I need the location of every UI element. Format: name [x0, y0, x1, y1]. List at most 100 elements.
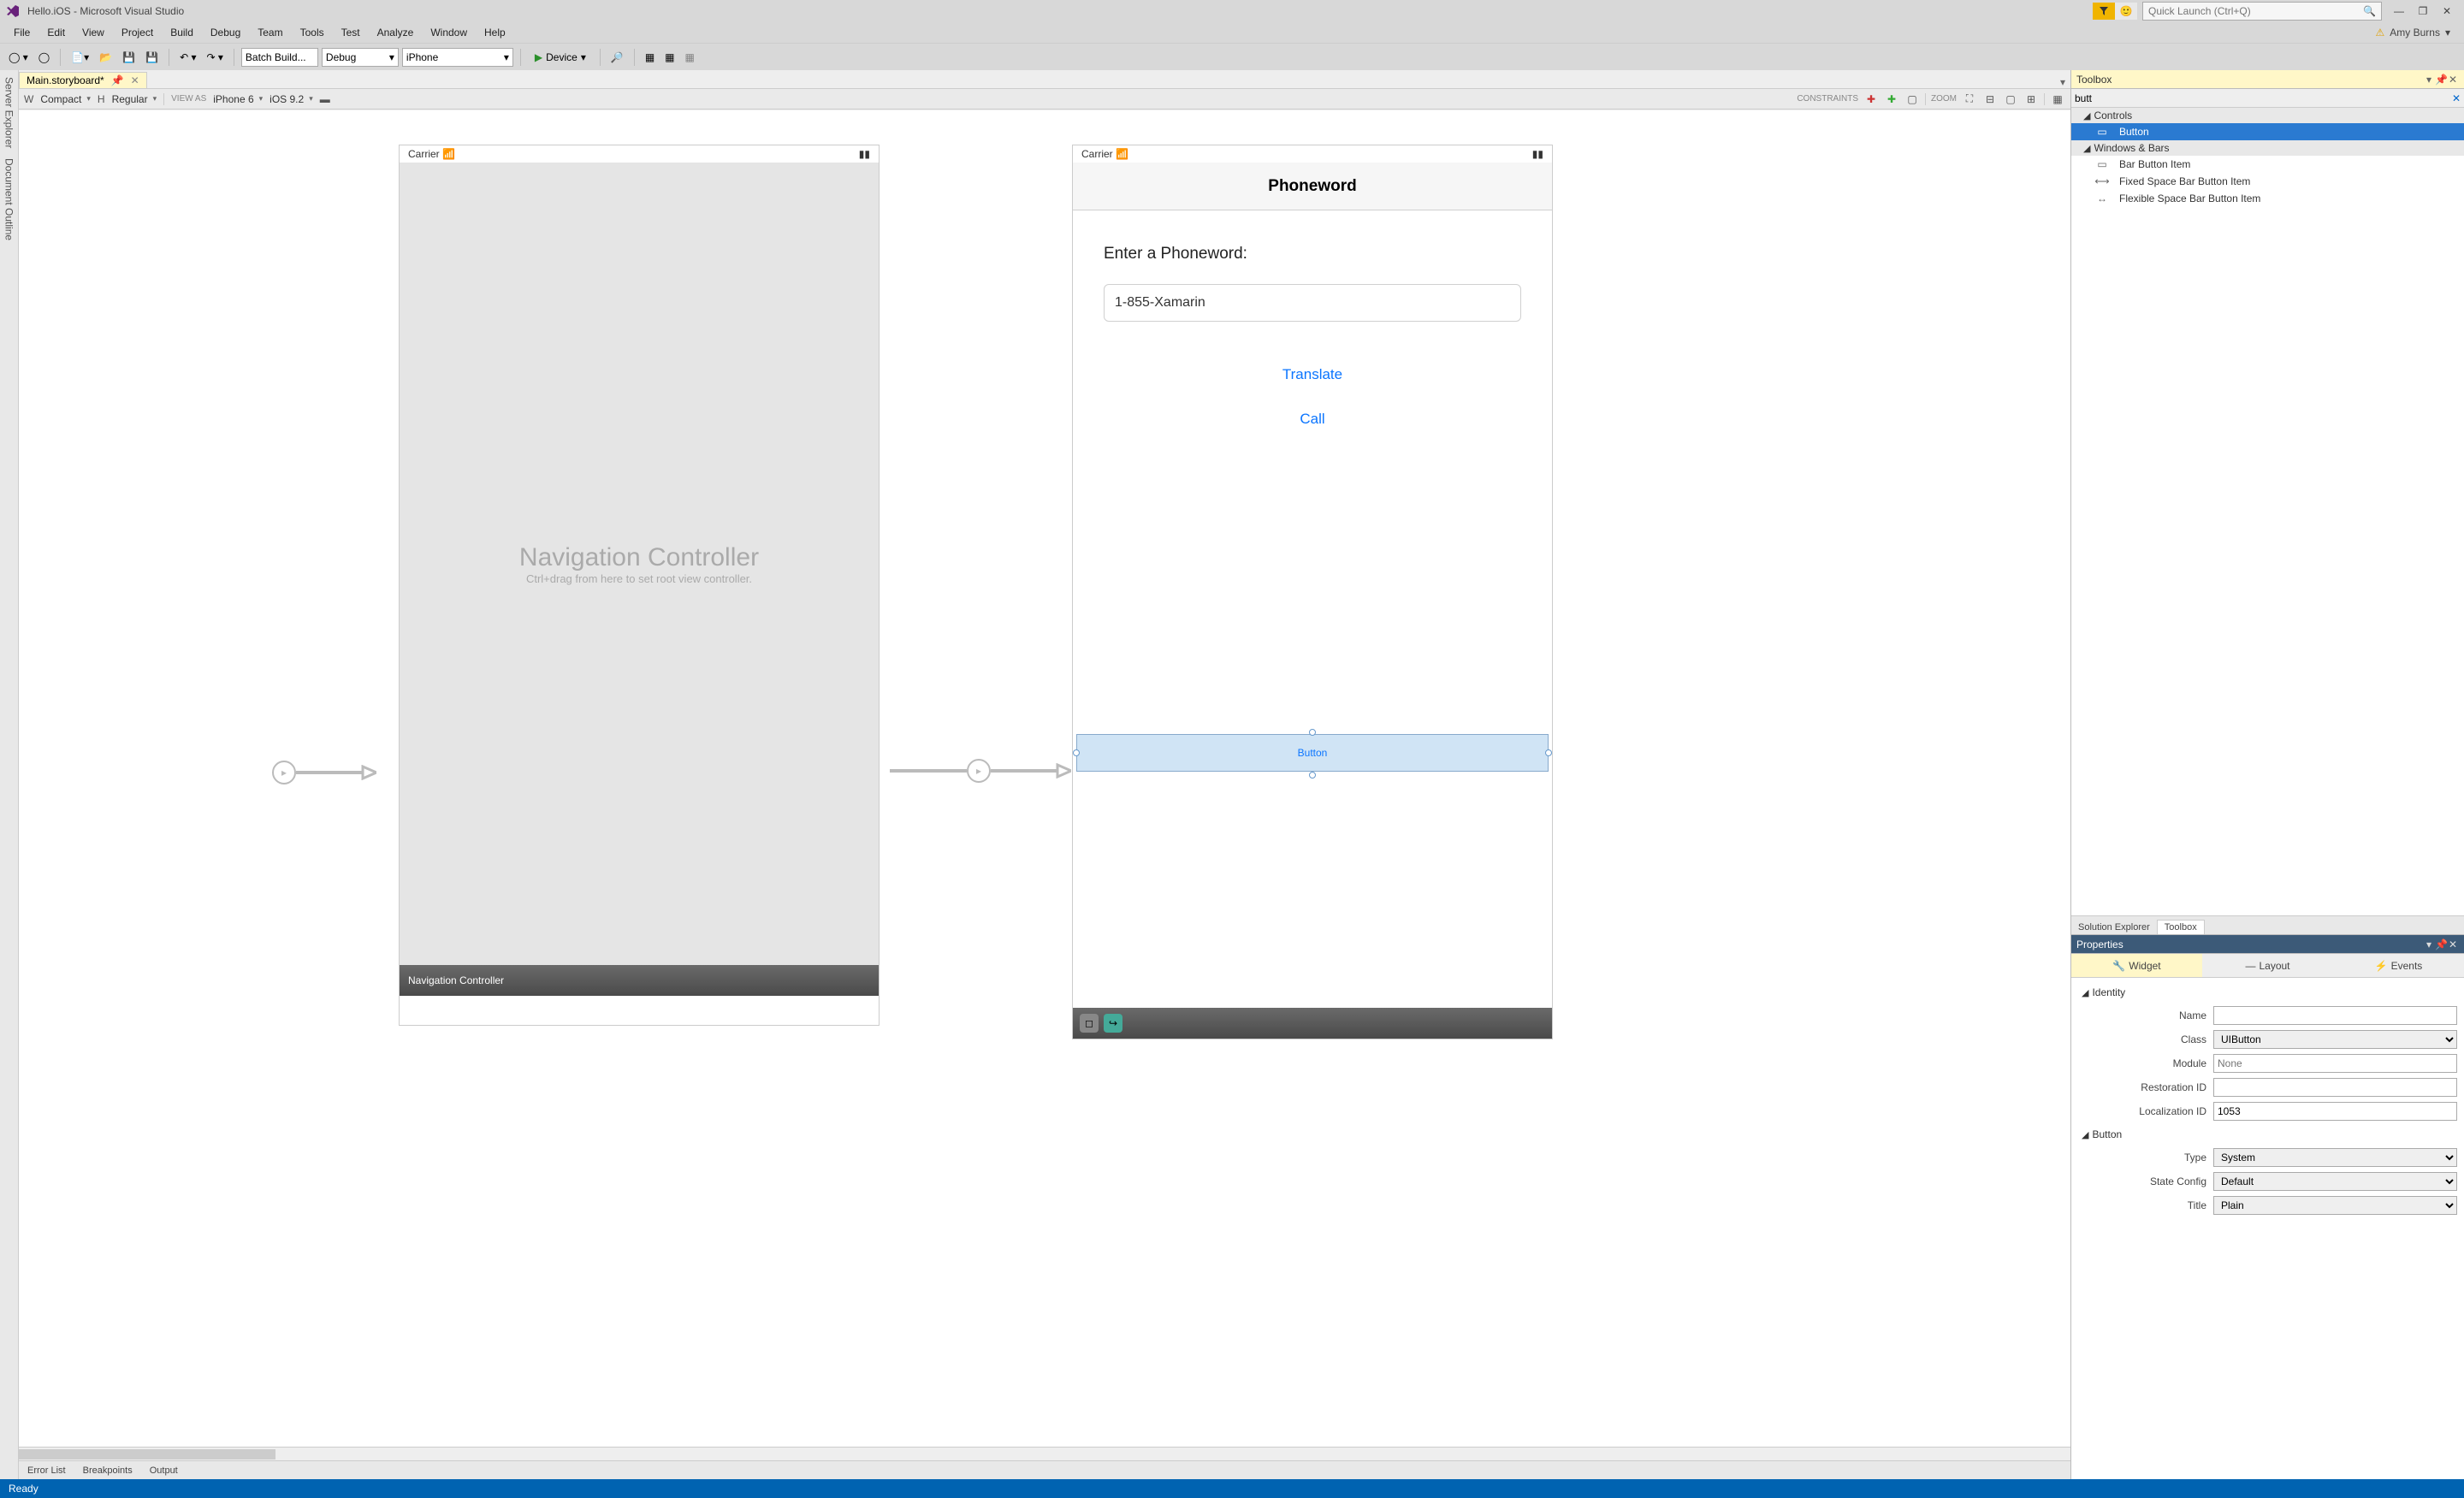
phoneword-textfield[interactable]: 1-855-Xamarin	[1104, 284, 1521, 322]
notification-filter-icon[interactable]	[2093, 3, 2115, 20]
maximize-button[interactable]: ❐	[2411, 3, 2435, 20]
undo-button[interactable]: ↶ ▾	[176, 50, 199, 65]
panel-dropdown-icon[interactable]: ▾	[2423, 938, 2435, 950]
constraint-update-icon[interactable]: ✚	[1884, 92, 1899, 107]
toolbox-item-bar-button[interactable]: ▭Bar Button Item	[2071, 156, 2464, 173]
toolbox-group-controls[interactable]: ◢ Controls	[2071, 108, 2464, 123]
menu-team[interactable]: Team	[249, 24, 291, 41]
nav-back-button[interactable]: ◯ ▾	[5, 50, 32, 65]
toolbar-icon-3[interactable]: ▦	[682, 50, 698, 65]
design-canvas[interactable]: ▸ Carrier 📶 ▮▮ Navigation Controller Ctr…	[19, 110, 2070, 1447]
properties-group-identity[interactable]: ◢ Identity	[2078, 981, 2457, 1004]
batch-build-button[interactable]: Batch Build...	[241, 48, 318, 67]
new-project-button[interactable]: 📄▾	[68, 50, 92, 65]
prop-restoration-input[interactable]	[2213, 1078, 2457, 1097]
panel-dropdown-icon[interactable]: ▾	[2423, 74, 2435, 86]
pin-icon[interactable]: 📌	[111, 74, 124, 86]
prop-class-select[interactable]: UIButton	[2213, 1030, 2457, 1049]
platform-select[interactable]: iPhone▾	[402, 48, 513, 67]
toolbox-search[interactable]: ✕	[2071, 89, 2464, 108]
menu-window[interactable]: Window	[422, 24, 476, 41]
minimize-button[interactable]: —	[2387, 3, 2411, 20]
properties-tab-events[interactable]: ⚡Events	[2333, 954, 2464, 977]
save-all-button[interactable]: 💾	[142, 50, 162, 65]
root-segue[interactable]: ▸	[890, 759, 1071, 783]
enter-phoneword-label[interactable]: Enter a Phoneword:	[1104, 245, 1521, 263]
resize-handle[interactable]	[1309, 729, 1316, 736]
tab-toolbox[interactable]: Toolbox	[2157, 920, 2205, 934]
toolbar-icon-2[interactable]: ▦	[661, 50, 678, 65]
call-button[interactable]: Call	[1104, 411, 1521, 428]
menu-build[interactable]: Build	[162, 24, 202, 41]
exit-icon[interactable]: ↪	[1104, 1014, 1122, 1033]
new-button-selected[interactable]: Button	[1076, 734, 1549, 772]
prop-module-input[interactable]	[2213, 1054, 2457, 1073]
zoom-out-icon[interactable]: ⊟	[1982, 92, 1998, 107]
user-account[interactable]: ⚠ Amy Burns ▾	[2376, 27, 2459, 38]
tab-solution-explorer[interactable]: Solution Explorer	[2071, 921, 2157, 934]
sidebar-tab-document-outline[interactable]: Document Outline	[3, 158, 15, 240]
toolbox-search-input[interactable]	[2075, 92, 2452, 104]
prop-type-select[interactable]: System	[2213, 1148, 2457, 1167]
close-icon[interactable]: ✕	[2447, 938, 2459, 950]
menu-help[interactable]: Help	[476, 24, 514, 41]
constraint-add-icon[interactable]: ✚	[1863, 92, 1879, 107]
resize-handle[interactable]	[1545, 749, 1552, 756]
toolbox-header[interactable]: Toolbox ▾ 📌 ✕	[2071, 70, 2464, 89]
quick-launch[interactable]: 🔍	[2142, 2, 2382, 21]
properties-tab-layout[interactable]: —Layout	[2202, 954, 2333, 977]
zoom-fit-icon[interactable]: ⛶	[1962, 92, 1977, 107]
properties-header[interactable]: Properties ▾ 📌 ✕	[2071, 935, 2464, 954]
view-controller-icon[interactable]: ◻	[1080, 1014, 1099, 1033]
ios-select[interactable]: iOS 9.2	[270, 93, 313, 105]
menu-test[interactable]: Test	[333, 24, 369, 41]
phoneword-scene-footer[interactable]: ◻ ↪	[1073, 1008, 1552, 1039]
close-icon[interactable]: ✕	[2447, 74, 2459, 86]
properties-tab-widget[interactable]: 🔧Widget	[2071, 954, 2202, 977]
navbar-title[interactable]: Phoneword	[1073, 163, 1552, 210]
document-tab-storyboard[interactable]: Main.storyboard* 📌 ✕	[19, 72, 147, 88]
size-class-h-select[interactable]: Regular	[112, 93, 157, 105]
prop-title-select[interactable]: Plain	[2213, 1196, 2457, 1215]
orientation-icon[interactable]: ▬	[320, 93, 330, 105]
prop-name-input[interactable]	[2213, 1006, 2457, 1025]
menu-view[interactable]: View	[74, 24, 113, 41]
quick-launch-input[interactable]	[2148, 5, 2363, 17]
split-view-icon[interactable]: ▦	[2050, 92, 2065, 107]
toolbox-group-windows-bars[interactable]: ◢ Windows & Bars	[2071, 140, 2464, 156]
start-debug-button[interactable]: ▶ Device ▾	[528, 50, 593, 65]
device-select[interactable]: iPhone 6	[213, 93, 263, 105]
save-button[interactable]: 💾	[119, 50, 139, 65]
prop-state-select[interactable]: Default	[2213, 1172, 2457, 1191]
find-button[interactable]: 🔎	[607, 50, 627, 65]
constraint-frame-icon[interactable]: ▢	[1904, 92, 1920, 107]
redo-button[interactable]: ↷ ▾	[203, 50, 226, 65]
menu-debug[interactable]: Debug	[202, 24, 249, 41]
navigation-controller-scene[interactable]: Carrier 📶 ▮▮ Navigation Controller Ctrl+…	[399, 145, 880, 1026]
open-button[interactable]: 📂	[96, 50, 116, 65]
translate-button[interactable]: Translate	[1104, 366, 1521, 383]
menu-edit[interactable]: Edit	[38, 24, 74, 41]
menu-project[interactable]: Project	[113, 24, 162, 41]
toolbox-item-flexible-space[interactable]: ↔Flexible Space Bar Button Item	[2071, 190, 2464, 207]
zoom-in-icon[interactable]: ⊞	[2023, 92, 2039, 107]
toolbox-item-button[interactable]: ▭Button	[2071, 123, 2464, 140]
toolbox-item-fixed-space[interactable]: ⟷Fixed Space Bar Button Item	[2071, 173, 2464, 190]
pin-icon[interactable]: 📌	[2435, 74, 2447, 86]
close-tab-icon[interactable]: ✕	[131, 74, 139, 86]
nav-controller-footer[interactable]: Navigation Controller	[400, 965, 879, 996]
menu-tools[interactable]: Tools	[292, 24, 333, 41]
sidebar-tab-server-explorer[interactable]: Server Explorer	[3, 77, 15, 148]
zoom-actual-icon[interactable]: ▢	[2003, 92, 2018, 107]
feedback-smile-icon[interactable]: 🙂	[2115, 3, 2137, 20]
size-class-w-select[interactable]: Compact	[40, 93, 91, 105]
clear-search-icon[interactable]: ✕	[2452, 92, 2461, 104]
prop-localization-input[interactable]	[2213, 1102, 2457, 1121]
resize-handle[interactable]	[1309, 772, 1316, 779]
toolbar-icon-1[interactable]: ▦	[642, 50, 658, 65]
phoneword-scene[interactable]: Carrier 📶 ▮▮ Phoneword Enter a Phoneword…	[1072, 145, 1553, 1039]
entry-segue[interactable]: ▸	[272, 761, 376, 785]
nav-fwd-button[interactable]: ◯	[35, 50, 53, 65]
menu-file[interactable]: File	[5, 24, 38, 41]
canvas-scrollbar[interactable]	[19, 1447, 2070, 1460]
